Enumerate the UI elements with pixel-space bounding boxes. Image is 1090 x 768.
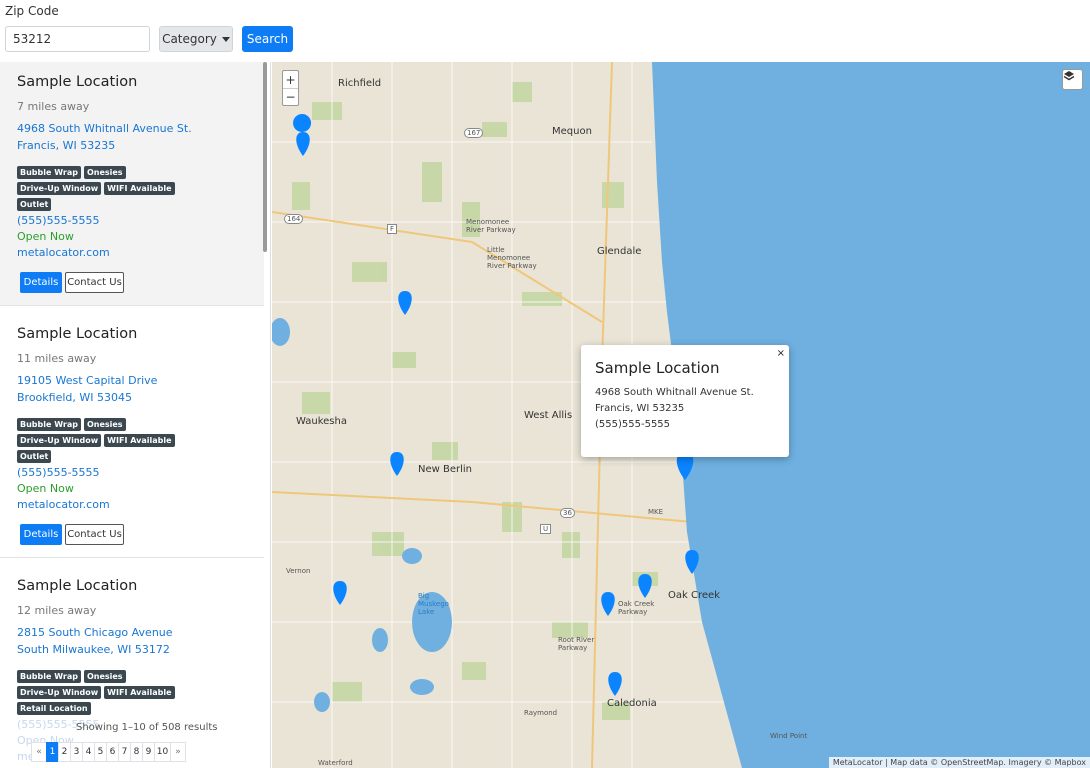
map-label-new-berlin: New Berlin (418, 464, 473, 475)
location-card[interactable]: Sample Location 12 miles away 2815 South… (0, 566, 264, 768)
contact-us-button[interactable]: Contact Us (65, 272, 124, 293)
store-locator-app: Zip Code Category Search Sample Location… (0, 0, 1090, 768)
results-list[interactable]: Sample Location 7 miles away 4968 South … (0, 62, 271, 768)
category-dropdown[interactable]: Category (159, 26, 233, 52)
location-website[interactable]: metalocator.com (17, 246, 247, 262)
map-label-root-river-parkway: Root River Parkway (558, 636, 595, 652)
location-phone[interactable]: (555)555-5555 (17, 214, 247, 230)
list-scrollbar[interactable] (263, 62, 267, 252)
location-title[interactable]: Sample Location (17, 578, 247, 598)
popup-title: Sample Location (595, 359, 720, 377)
map-label-richfield: Richfield (338, 78, 382, 89)
map-label-raymond: Raymond (524, 709, 558, 717)
map-label-oak-creek-parkway: Oak Creek Parkway (618, 600, 655, 616)
address-line-2[interactable]: Francis, WI 53235 (17, 137, 247, 154)
zip-code-input[interactable] (5, 26, 150, 52)
map-label-big-muskego-lake: Big Muskego Lake (418, 592, 449, 616)
details-button[interactable]: Details (20, 524, 62, 545)
address-line-1[interactable]: 2815 South Chicago Avenue (17, 624, 247, 641)
popup-phone: (555)555-5555 (595, 419, 671, 430)
prev-page-button[interactable]: « (31, 742, 47, 762)
map-attribution[interactable]: MetaLocator | Map data © OpenStreetMap. … (828, 757, 1090, 768)
highway-shield-f: F (387, 224, 398, 234)
next-page-button[interactable]: » (170, 742, 186, 762)
tag-badge: Outlet (17, 198, 52, 211)
location-card[interactable]: Sample Location 7 miles away 4968 South … (0, 62, 264, 306)
zip-code-label: Zip Code (5, 4, 59, 18)
map-label-airport: MKE (648, 508, 664, 516)
tag-badge: Outlet (17, 450, 52, 463)
contact-us-button[interactable]: Contact Us (65, 524, 124, 545)
category-label: Category (162, 32, 217, 46)
results-count: Showing 1–10 of 508 results (76, 722, 218, 733)
map-label-mequon: Mequon (552, 126, 592, 137)
map-label-menomonee-parkway: Menomonee River Parkway (466, 218, 516, 234)
location-address[interactable]: 4968 South Whitnall Avenue St. Francis, … (17, 120, 247, 154)
search-button[interactable]: Search (242, 26, 293, 52)
tag-list: Bubble Wrap Onesies Drive-Up Window WIFI A… (17, 160, 247, 211)
location-phone[interactable]: (555)555-5555 (17, 466, 247, 482)
map-label-waukesha: Waukesha (296, 416, 347, 427)
location-website[interactable]: metalocator.com (17, 498, 247, 514)
location-card[interactable]: Sample Location 11 miles away 19105 West… (0, 314, 264, 558)
location-address[interactable]: 2815 South Chicago Avenue South Milwauke… (17, 624, 247, 658)
map-label-caledonia: Caledonia (607, 698, 657, 709)
zoom-control: + − (282, 70, 299, 106)
popup-address-line-1: 4968 South Whitnall Avenue St. (595, 387, 754, 398)
map-label-oak-creek: Oak Creek (668, 590, 720, 601)
map-label-wind-point: Wind Point (770, 732, 808, 740)
tag-list: Bubble Wrap Onesies Drive-Up Window WIFI A… (17, 412, 247, 463)
layers-icon (1063, 71, 1075, 81)
location-address[interactable]: 19105 West Capital Drive Brookfield, WI … (17, 372, 247, 406)
map-label-little-menomonee-parkway: Little Menomonee River Parkway (487, 246, 537, 270)
zoom-in-button[interactable]: + (283, 71, 298, 88)
highway-shield-u: U (540, 524, 552, 534)
address-line-1[interactable]: 19105 West Capital Drive (17, 372, 247, 389)
location-popup: × Sample Location 4968 South Whitnall Av… (581, 345, 789, 457)
highway-shield-36: 36 (560, 508, 575, 518)
map-label-waterford: Waterford (318, 759, 353, 767)
close-icon[interactable]: × (777, 348, 785, 359)
tag-badge: Retail Location (17, 702, 91, 715)
location-title[interactable]: Sample Location (17, 326, 247, 346)
layers-button[interactable] (1062, 69, 1083, 90)
tag-badge: WIFI Available (104, 182, 175, 195)
tag-badge: WIFI Available (104, 434, 175, 447)
details-button[interactable]: Details (20, 272, 62, 293)
location-title[interactable]: Sample Location (17, 74, 247, 94)
location-distance: 12 miles away (17, 604, 97, 617)
location-status: Open Now (17, 482, 74, 495)
location-distance: 11 miles away (17, 352, 97, 365)
popup-address-line-2: Francis, WI 53235 (595, 403, 685, 414)
map-label-glendale: Glendale (597, 246, 642, 257)
tag-badge: WIFI Available (104, 686, 175, 699)
map-label-west-allis: West Allis (524, 410, 573, 421)
highway-shield-167: 167 (464, 128, 484, 138)
page-button[interactable]: 10 (154, 742, 171, 762)
map-label-vernon: Vernon (286, 567, 311, 575)
highway-shield-164: 164 (284, 214, 304, 224)
caret-down-icon (221, 36, 230, 42)
address-line-2[interactable]: Brookfield, WI 53045 (17, 389, 247, 406)
address-line-1[interactable]: 4968 South Whitnall Avenue St. (17, 120, 247, 137)
location-distance: 7 miles away (17, 100, 90, 113)
location-status: Open Now (17, 230, 74, 243)
pagination: « 1 2 3 4 5 6 7 8 9 10 » (31, 742, 186, 762)
zoom-out-button[interactable]: − (283, 88, 298, 105)
tag-list: Bubble Wrap Onesies Drive-Up Window WIFI A… (17, 664, 247, 715)
address-line-2[interactable]: South Milwaukee, WI 53172 (17, 641, 247, 658)
map-view[interactable]: Richfield Mequon Glendale Waukesha West … (272, 62, 1090, 768)
